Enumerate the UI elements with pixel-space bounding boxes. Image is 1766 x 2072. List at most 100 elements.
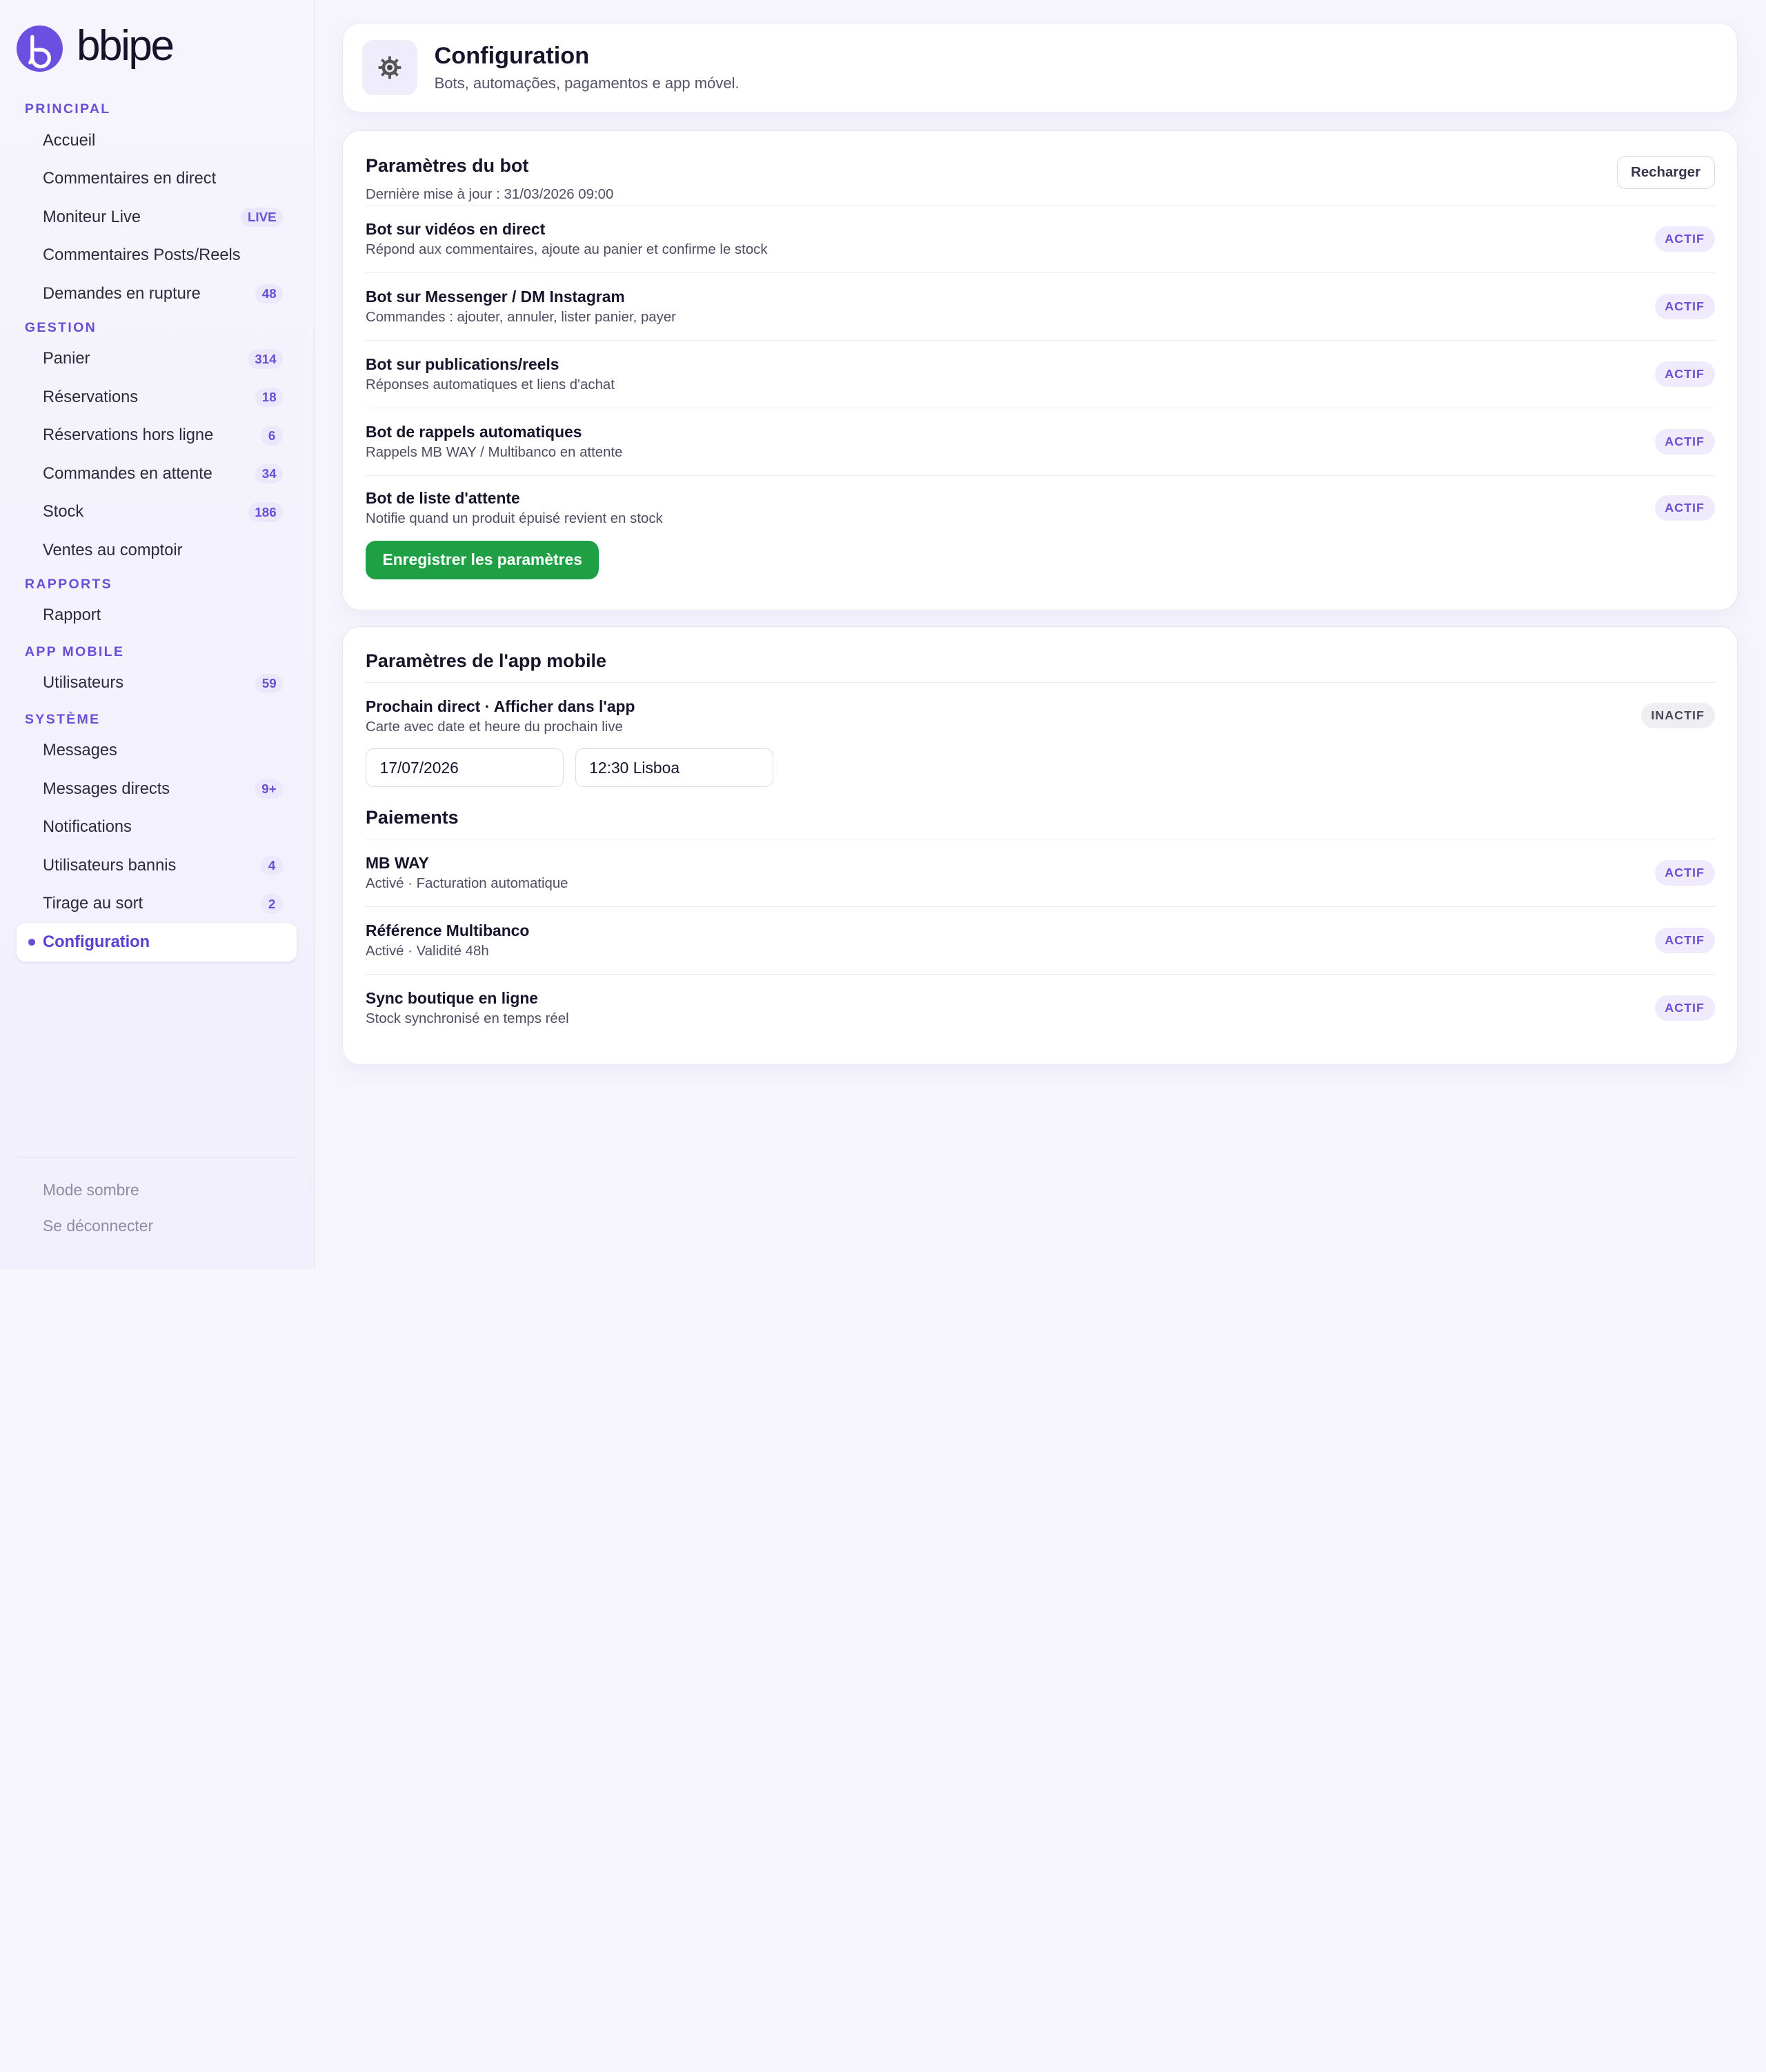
sidebar-item-label: Commentaires Posts/Reels <box>43 246 241 265</box>
status-toggle[interactable]: ACTIF <box>1654 927 1715 954</box>
status-toggle[interactable]: ACTIF <box>1654 995 1715 1021</box>
count-badge: 186 <box>248 502 284 522</box>
payment-row: Sync boutique en ligne Stock synchronisé … <box>365 973 1715 1042</box>
sidebar-item-label: Messages directs <box>43 779 170 798</box>
next-live-title: Prochain direct · Afficher dans l'app <box>365 697 635 715</box>
sidebar-item-label: Demandes en rupture <box>43 284 201 303</box>
sidebar-item-label: Panier <box>43 350 90 368</box>
brand[interactable]: bbipe <box>17 0 297 97</box>
sidebar-item-utilisateurs-bannis[interactable]: Utilisateurs bannis 4 <box>17 846 297 885</box>
bot-row-title: Bot sur publications/reels <box>365 355 559 374</box>
date-field[interactable]: 17/07/2026 <box>365 748 564 787</box>
sidebar-item-label: Commentaires en direct <box>43 170 217 188</box>
page-header: Configuration Bots, automações, pagament… <box>342 22 1738 113</box>
status-toggle[interactable]: ACTIF <box>1654 226 1715 252</box>
bot-row-title: Bot sur Messenger / DM Instagram <box>365 288 625 306</box>
bot-settings-card: Paramètres du bot Recharger Dernière mis… <box>342 130 1738 610</box>
sidebar-item-messages[interactable]: Messages <box>17 732 297 770</box>
page-title: Configuration <box>434 43 590 70</box>
main-content: Configuration Bots, automações, pagament… <box>315 0 1766 1269</box>
active-dot-icon <box>28 939 35 946</box>
reload-button[interactable]: Recharger <box>1616 156 1715 190</box>
sidebar-item-label: Réservations hors ligne <box>43 426 214 445</box>
sidebar-item-label: Réservations <box>43 388 139 406</box>
bot-settings-title: Paramètres du bot <box>365 155 529 176</box>
page-subtitle: Bots, automações, pagamentos e app móvel… <box>434 74 740 92</box>
section-title-principal: PRINCIPAL <box>24 101 111 117</box>
sidebar-item-stock[interactable]: Stock 186 <box>17 493 297 532</box>
section-title-app-mobile: APP MOBILE <box>24 644 125 659</box>
count-badge: 48 <box>255 283 284 304</box>
count-badge: 34 <box>255 464 284 484</box>
sidebar-item-utilisateurs[interactable]: Utilisateurs 59 <box>17 664 297 703</box>
sidebar-item-commentaires-direct[interactable]: Commentaires en direct <box>17 160 297 199</box>
sidebar-item-messages-directs[interactable]: Messages directs 9+ <box>17 770 297 808</box>
sidebar-item-accueil[interactable]: Accueil <box>17 121 297 160</box>
status-toggle[interactable]: ACTIF <box>1654 495 1715 521</box>
bot-row-desc: Réponses automatiques et liens d'achat <box>365 377 615 392</box>
sidebar-item-commandes-attente[interactable]: Commandes en attente 34 <box>17 455 297 493</box>
bot-row: Bot sur Messenger / DM Instagram Commande… <box>365 272 1715 340</box>
sidebar-item-panier[interactable]: Panier 314 <box>17 340 297 379</box>
logout-button[interactable]: Se déconnecter <box>17 1208 297 1244</box>
section-title-systeme: SYSTÈME <box>24 711 101 727</box>
sidebar-item-label: Tirage au sort <box>43 895 143 913</box>
count-badge: 18 <box>255 387 284 408</box>
sidebar-footer: Mode sombre Se déconnecter <box>17 1157 297 1244</box>
payment-row: MB WAY Activé · Facturation automatique A… <box>365 838 1715 906</box>
sidebar-item-label: Utilisateurs bannis <box>43 856 177 875</box>
payment-row-title: Référence Multibanco <box>365 921 530 939</box>
sidebar-item-label: Configuration <box>43 933 150 951</box>
sidebar-item-moniteur-live[interactable]: Moniteur Live LIVE <box>17 198 297 237</box>
last-update-text: Dernière mise à jour : 31/03/2026 09:00 <box>365 186 614 202</box>
save-settings-button[interactable]: Enregistrer les paramètres <box>365 540 599 579</box>
sidebar-nav: PRINCIPAL Accueil Commentaires en direct… <box>17 97 297 962</box>
sidebar-item-configuration[interactable]: Configuration <box>17 923 297 962</box>
bot-row: Bot de rappels automatiques Rappels MB WA… <box>365 407 1715 475</box>
bot-row-desc: Rappels MB WAY / Multibanco en attente <box>365 444 623 460</box>
sidebar-item-label: Utilisateurs <box>43 674 124 693</box>
count-badge: 2 <box>260 894 284 914</box>
payment-row-title: Sync boutique en ligne <box>365 988 539 1007</box>
dark-mode-toggle[interactable]: Mode sombre <box>17 1172 297 1208</box>
status-toggle[interactable]: ACTIF <box>1654 293 1715 320</box>
sidebar-item-notifications[interactable]: Notifications <box>17 808 297 847</box>
bot-settings-header: Paramètres du bot Recharger <box>365 131 1715 190</box>
status-toggle[interactable]: ACTIF <box>1654 859 1715 886</box>
sidebar-item-demandes-rupture[interactable]: Demandes en rupture 48 <box>17 275 297 313</box>
next-live-row: Prochain direct · Afficher dans l'app Ca… <box>365 681 1715 735</box>
bot-row-title: Bot de rappels automatiques <box>365 423 582 441</box>
sidebar-item-reservations-hors-ligne[interactable]: Réservations hors ligne 6 <box>17 417 297 455</box>
section-title-gestion: GESTION <box>24 319 97 335</box>
bot-row: Bot sur publications/reels Réponses autom… <box>365 340 1715 408</box>
sidebar-item-label: Ventes au comptoir <box>43 541 183 559</box>
sidebar-item-tirage-au-sort[interactable]: Tirage au sort 2 <box>17 885 297 924</box>
payment-row: Référence Multibanco Activé · Validité 48… <box>365 906 1715 974</box>
next-live-inputs: 17/07/2026 12:30 Lisboa <box>365 748 1715 787</box>
payment-row-desc: Stock synchronisé en temps réel <box>365 1010 569 1026</box>
count-badge: 4 <box>260 855 284 876</box>
header-text: Configuration Bots, automações, pagament… <box>435 43 740 92</box>
count-badge: 314 <box>248 349 284 369</box>
payments-title: Paiements <box>365 807 459 828</box>
sidebar-item-label: Accueil <box>43 131 96 150</box>
sidebar-item-label: Commandes en attente <box>43 464 212 483</box>
sidebar-item-commentaires-posts[interactable]: Commentaires Posts/Reels <box>17 237 297 275</box>
bot-row: Bot sur vidéos en direct Répond aux comme… <box>365 205 1715 272</box>
brand-name: bbipe <box>77 22 175 70</box>
count-badge: 6 <box>260 426 284 446</box>
sidebar-item-ventes-comptoir[interactable]: Ventes au comptoir <box>17 531 297 570</box>
next-live-status-toggle[interactable]: INACTIF <box>1640 703 1715 729</box>
time-field[interactable]: 12:30 Lisboa <box>575 748 773 787</box>
count-badge: 59 <box>255 673 284 694</box>
status-toggle[interactable]: ACTIF <box>1654 428 1715 455</box>
payment-row-desc: Activé · Validité 48h <box>365 943 489 959</box>
sidebar-item-rapport[interactable]: Rapport <box>17 597 297 635</box>
status-toggle[interactable]: ACTIF <box>1654 361 1715 388</box>
sidebar-item-label: Notifications <box>43 818 132 837</box>
payment-row-title: MB WAY <box>365 853 429 872</box>
sidebar-item-reservations[interactable]: Réservations 18 <box>17 378 297 417</box>
bot-row-desc: Répond aux commentaires, ajoute au panie… <box>365 242 768 258</box>
sidebar-item-label: Moniteur Live <box>43 208 141 226</box>
live-badge: LIVE <box>241 207 284 228</box>
